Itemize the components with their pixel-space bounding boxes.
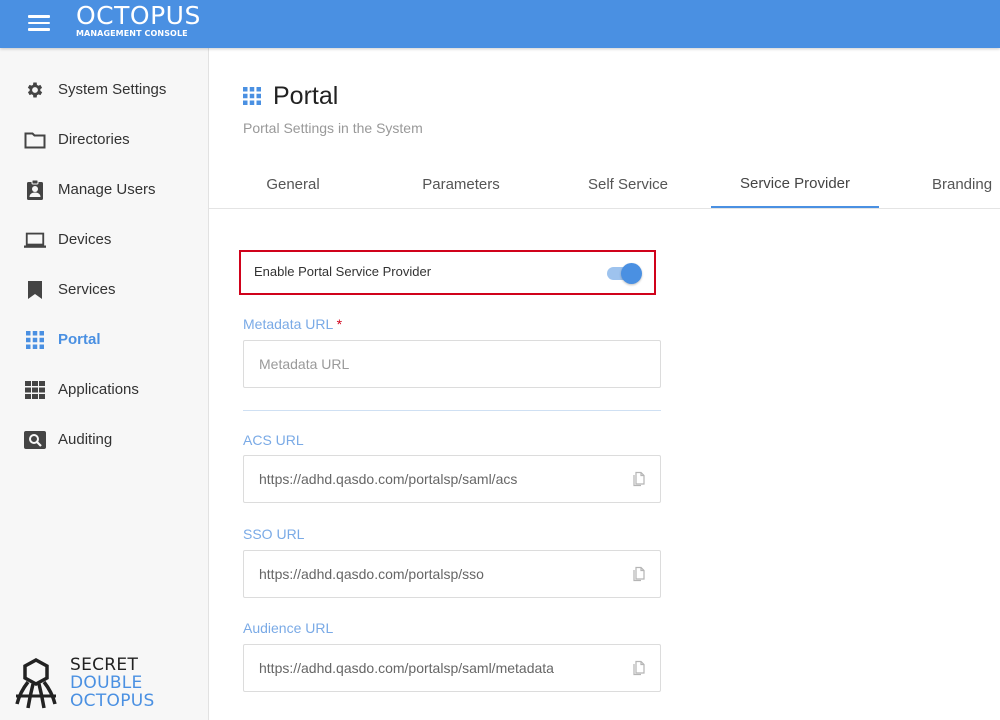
- laptop-icon: [24, 229, 46, 251]
- sidebar-item-system-settings[interactable]: System Settings: [0, 68, 208, 112]
- brand-logo: OCTOPUS MANAGEMENT CONSOLE: [76, 3, 201, 39]
- menu-icon[interactable]: [28, 14, 50, 32]
- sidebar-item-applications[interactable]: Applications: [0, 368, 208, 412]
- sidebar-item-label: System Settings: [58, 81, 167, 98]
- page-subtitle: Portal Settings in the System: [243, 120, 423, 136]
- copy-icon[interactable]: [631, 471, 647, 487]
- sso-url-label: SSO URL: [243, 526, 305, 542]
- section-divider: [243, 410, 661, 411]
- secret-double-octopus-logo: SECRET DOUBLE OCTOPUS: [14, 654, 174, 714]
- tab-branding[interactable]: Branding: [879, 160, 1000, 208]
- page-title: Portal: [273, 82, 339, 110]
- enable-portal-sp-toggle[interactable]: [605, 263, 643, 284]
- tab-service-provider[interactable]: Service Provider: [711, 160, 879, 208]
- sidebar-item-services[interactable]: Services: [0, 268, 208, 312]
- folder-icon: [24, 129, 46, 151]
- sidebar-item-portal[interactable]: Portal: [0, 318, 208, 362]
- tab-parameters[interactable]: Parameters: [377, 160, 545, 208]
- search-box-icon: [24, 429, 46, 451]
- toggle-knob: [621, 263, 642, 284]
- sso-url-field[interactable]: [243, 550, 661, 598]
- sidebar-item-label: Portal: [58, 331, 101, 348]
- metadata-url-label: Metadata URL *: [243, 316, 342, 332]
- copy-icon[interactable]: [631, 660, 647, 676]
- sidebar-item-label: Applications: [58, 381, 139, 398]
- sidebar: System Settings Directories Manage Users…: [0, 48, 209, 720]
- copy-icon[interactable]: [631, 566, 647, 582]
- gear-icon: [24, 79, 46, 101]
- user-badge-icon: [24, 179, 46, 201]
- octopus-logo-icon: [15, 658, 57, 709]
- tab-self-service[interactable]: Self Service: [544, 160, 712, 208]
- logo-line-octopus: OCTOPUS: [70, 691, 155, 711]
- sidebar-item-manage-users[interactable]: Manage Users: [0, 168, 208, 212]
- brand-subtitle: MANAGEMENT CONSOLE: [76, 29, 188, 38]
- grid-icon: [24, 329, 46, 351]
- sidebar-item-label: Auditing: [58, 431, 113, 448]
- logo-line-double: DOUBLE: [70, 673, 143, 693]
- sidebar-item-label: Manage Users: [58, 181, 156, 198]
- logo-line-secret: SECRET: [70, 655, 139, 675]
- tab-general[interactable]: General: [209, 160, 377, 208]
- enable-portal-sp-row: Enable Portal Service Provider: [239, 250, 656, 295]
- grid-icon: [243, 87, 261, 110]
- metadata-url-input[interactable]: [243, 340, 661, 388]
- top-header: OCTOPUS MANAGEMENT CONSOLE: [0, 0, 1000, 48]
- sidebar-item-label: Devices: [58, 231, 112, 248]
- acs-url-field[interactable]: [243, 455, 661, 503]
- enable-portal-sp-label: Enable Portal Service Provider: [254, 264, 432, 279]
- acs-url-label: ACS URL: [243, 432, 304, 448]
- sidebar-item-label: Services: [58, 281, 116, 298]
- audience-url-label: Audience URL: [243, 620, 334, 636]
- apps-icon: [24, 379, 46, 401]
- sidebar-item-auditing[interactable]: Auditing: [0, 418, 208, 462]
- brand-name: OCTOPUS: [76, 1, 201, 30]
- sidebar-item-directories[interactable]: Directories: [0, 118, 208, 162]
- required-marker: *: [336, 316, 343, 332]
- metadata-url-label-text: Metadata URL: [243, 316, 333, 332]
- bookmark-icon: [24, 279, 46, 301]
- audience-url-field[interactable]: [243, 644, 661, 692]
- sidebar-item-label: Directories: [58, 131, 130, 148]
- sidebar-item-devices[interactable]: Devices: [0, 218, 208, 262]
- tab-bar: General Parameters Self Service Service …: [209, 160, 1000, 209]
